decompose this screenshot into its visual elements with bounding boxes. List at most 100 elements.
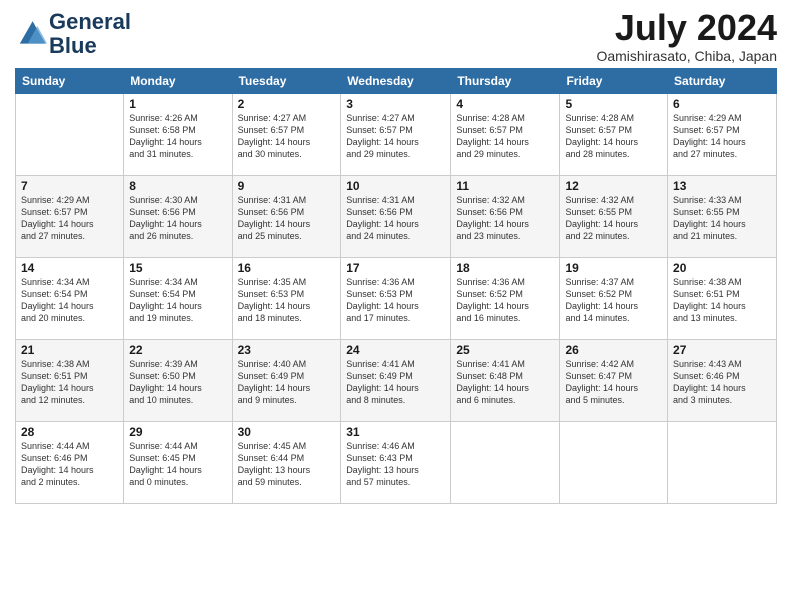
- day-info: Sunrise: 4:45 AMSunset: 6:44 PMDaylight:…: [238, 440, 336, 489]
- day-number: 4: [456, 97, 554, 111]
- calendar-cell: 13Sunrise: 4:33 AMSunset: 6:55 PMDayligh…: [668, 176, 777, 258]
- calendar-cell: 9Sunrise: 4:31 AMSunset: 6:56 PMDaylight…: [232, 176, 341, 258]
- day-info: Sunrise: 4:44 AMSunset: 6:46 PMDaylight:…: [21, 440, 118, 489]
- day-info: Sunrise: 4:34 AMSunset: 6:54 PMDaylight:…: [129, 276, 226, 325]
- calendar-cell: 5Sunrise: 4:28 AMSunset: 6:57 PMDaylight…: [560, 94, 668, 176]
- day-number: 19: [565, 261, 662, 275]
- day-number: 22: [129, 343, 226, 357]
- calendar-cell: 4Sunrise: 4:28 AMSunset: 6:57 PMDaylight…: [451, 94, 560, 176]
- day-number: 9: [238, 179, 336, 193]
- day-info: Sunrise: 4:29 AMSunset: 6:57 PMDaylight:…: [673, 112, 771, 161]
- calendar-cell: 17Sunrise: 4:36 AMSunset: 6:53 PMDayligh…: [341, 258, 451, 340]
- day-number: 7: [21, 179, 118, 193]
- day-info: Sunrise: 4:31 AMSunset: 6:56 PMDaylight:…: [346, 194, 445, 243]
- day-info: Sunrise: 4:36 AMSunset: 6:52 PMDaylight:…: [456, 276, 554, 325]
- calendar-cell: 26Sunrise: 4:42 AMSunset: 6:47 PMDayligh…: [560, 340, 668, 422]
- day-number: 12: [565, 179, 662, 193]
- calendar-cell: 8Sunrise: 4:30 AMSunset: 6:56 PMDaylight…: [124, 176, 232, 258]
- col-sunday: Sunday: [16, 69, 124, 94]
- calendar-cell: [560, 422, 668, 504]
- day-info: Sunrise: 4:32 AMSunset: 6:55 PMDaylight:…: [565, 194, 662, 243]
- day-info: Sunrise: 4:26 AMSunset: 6:58 PMDaylight:…: [129, 112, 226, 161]
- day-number: 28: [21, 425, 118, 439]
- day-number: 30: [238, 425, 336, 439]
- day-number: 1: [129, 97, 226, 111]
- day-number: 24: [346, 343, 445, 357]
- day-number: 16: [238, 261, 336, 275]
- day-info: Sunrise: 4:29 AMSunset: 6:57 PMDaylight:…: [21, 194, 118, 243]
- day-info: Sunrise: 4:43 AMSunset: 6:46 PMDaylight:…: [673, 358, 771, 407]
- calendar-week-2: 7Sunrise: 4:29 AMSunset: 6:57 PMDaylight…: [16, 176, 777, 258]
- calendar-cell: 14Sunrise: 4:34 AMSunset: 6:54 PMDayligh…: [16, 258, 124, 340]
- day-info: Sunrise: 4:41 AMSunset: 6:48 PMDaylight:…: [456, 358, 554, 407]
- day-number: 14: [21, 261, 118, 275]
- calendar-cell: 24Sunrise: 4:41 AMSunset: 6:49 PMDayligh…: [341, 340, 451, 422]
- day-info: Sunrise: 4:40 AMSunset: 6:49 PMDaylight:…: [238, 358, 336, 407]
- day-info: Sunrise: 4:46 AMSunset: 6:43 PMDaylight:…: [346, 440, 445, 489]
- calendar-cell: 2Sunrise: 4:27 AMSunset: 6:57 PMDaylight…: [232, 94, 341, 176]
- day-info: Sunrise: 4:30 AMSunset: 6:56 PMDaylight:…: [129, 194, 226, 243]
- calendar-week-3: 14Sunrise: 4:34 AMSunset: 6:54 PMDayligh…: [16, 258, 777, 340]
- title-section: July 2024 Oamishirasato, Chiba, Japan: [596, 10, 777, 64]
- page-container: General Blue July 2024 Oamishirasato, Ch…: [0, 0, 792, 514]
- logo: General Blue: [15, 10, 131, 58]
- calendar-cell: [451, 422, 560, 504]
- day-info: Sunrise: 4:31 AMSunset: 6:56 PMDaylight:…: [238, 194, 336, 243]
- calendar-cell: 29Sunrise: 4:44 AMSunset: 6:45 PMDayligh…: [124, 422, 232, 504]
- day-info: Sunrise: 4:38 AMSunset: 6:51 PMDaylight:…: [21, 358, 118, 407]
- day-info: Sunrise: 4:34 AMSunset: 6:54 PMDaylight:…: [21, 276, 118, 325]
- day-number: 18: [456, 261, 554, 275]
- calendar-cell: 23Sunrise: 4:40 AMSunset: 6:49 PMDayligh…: [232, 340, 341, 422]
- day-info: Sunrise: 4:32 AMSunset: 6:56 PMDaylight:…: [456, 194, 554, 243]
- calendar-cell: [668, 422, 777, 504]
- col-tuesday: Tuesday: [232, 69, 341, 94]
- day-info: Sunrise: 4:38 AMSunset: 6:51 PMDaylight:…: [673, 276, 771, 325]
- col-saturday: Saturday: [668, 69, 777, 94]
- calendar-table: Sunday Monday Tuesday Wednesday Thursday…: [15, 68, 777, 504]
- day-number: 11: [456, 179, 554, 193]
- month-title: July 2024: [596, 10, 777, 46]
- day-number: 31: [346, 425, 445, 439]
- day-number: 8: [129, 179, 226, 193]
- day-info: Sunrise: 4:44 AMSunset: 6:45 PMDaylight:…: [129, 440, 226, 489]
- day-number: 20: [673, 261, 771, 275]
- logo-text: General Blue: [49, 10, 131, 58]
- calendar-cell: 21Sunrise: 4:38 AMSunset: 6:51 PMDayligh…: [16, 340, 124, 422]
- calendar-cell: 1Sunrise: 4:26 AMSunset: 6:58 PMDaylight…: [124, 94, 232, 176]
- day-info: Sunrise: 4:28 AMSunset: 6:57 PMDaylight:…: [565, 112, 662, 161]
- day-number: 23: [238, 343, 336, 357]
- calendar-week-5: 28Sunrise: 4:44 AMSunset: 6:46 PMDayligh…: [16, 422, 777, 504]
- day-number: 25: [456, 343, 554, 357]
- calendar-header-row: Sunday Monday Tuesday Wednesday Thursday…: [16, 69, 777, 94]
- col-friday: Friday: [560, 69, 668, 94]
- calendar-cell: 7Sunrise: 4:29 AMSunset: 6:57 PMDaylight…: [16, 176, 124, 258]
- day-info: Sunrise: 4:42 AMSunset: 6:47 PMDaylight:…: [565, 358, 662, 407]
- day-info: Sunrise: 4:28 AMSunset: 6:57 PMDaylight:…: [456, 112, 554, 161]
- calendar-week-1: 1Sunrise: 4:26 AMSunset: 6:58 PMDaylight…: [16, 94, 777, 176]
- day-number: 13: [673, 179, 771, 193]
- day-number: 5: [565, 97, 662, 111]
- calendar-cell: 30Sunrise: 4:45 AMSunset: 6:44 PMDayligh…: [232, 422, 341, 504]
- col-thursday: Thursday: [451, 69, 560, 94]
- day-number: 21: [21, 343, 118, 357]
- day-info: Sunrise: 4:36 AMSunset: 6:53 PMDaylight:…: [346, 276, 445, 325]
- calendar-cell: 18Sunrise: 4:36 AMSunset: 6:52 PMDayligh…: [451, 258, 560, 340]
- calendar-cell: 25Sunrise: 4:41 AMSunset: 6:48 PMDayligh…: [451, 340, 560, 422]
- day-number: 2: [238, 97, 336, 111]
- day-info: Sunrise: 4:33 AMSunset: 6:55 PMDaylight:…: [673, 194, 771, 243]
- col-wednesday: Wednesday: [341, 69, 451, 94]
- calendar-cell: 6Sunrise: 4:29 AMSunset: 6:57 PMDaylight…: [668, 94, 777, 176]
- calendar-week-4: 21Sunrise: 4:38 AMSunset: 6:51 PMDayligh…: [16, 340, 777, 422]
- calendar-cell: 27Sunrise: 4:43 AMSunset: 6:46 PMDayligh…: [668, 340, 777, 422]
- day-number: 26: [565, 343, 662, 357]
- day-number: 29: [129, 425, 226, 439]
- calendar-cell: 15Sunrise: 4:34 AMSunset: 6:54 PMDayligh…: [124, 258, 232, 340]
- day-number: 17: [346, 261, 445, 275]
- header: General Blue July 2024 Oamishirasato, Ch…: [15, 10, 777, 64]
- calendar-cell: 3Sunrise: 4:27 AMSunset: 6:57 PMDaylight…: [341, 94, 451, 176]
- calendar-cell: 19Sunrise: 4:37 AMSunset: 6:52 PMDayligh…: [560, 258, 668, 340]
- day-number: 27: [673, 343, 771, 357]
- calendar-cell: 22Sunrise: 4:39 AMSunset: 6:50 PMDayligh…: [124, 340, 232, 422]
- day-info: Sunrise: 4:27 AMSunset: 6:57 PMDaylight:…: [238, 112, 336, 161]
- calendar-cell: 10Sunrise: 4:31 AMSunset: 6:56 PMDayligh…: [341, 176, 451, 258]
